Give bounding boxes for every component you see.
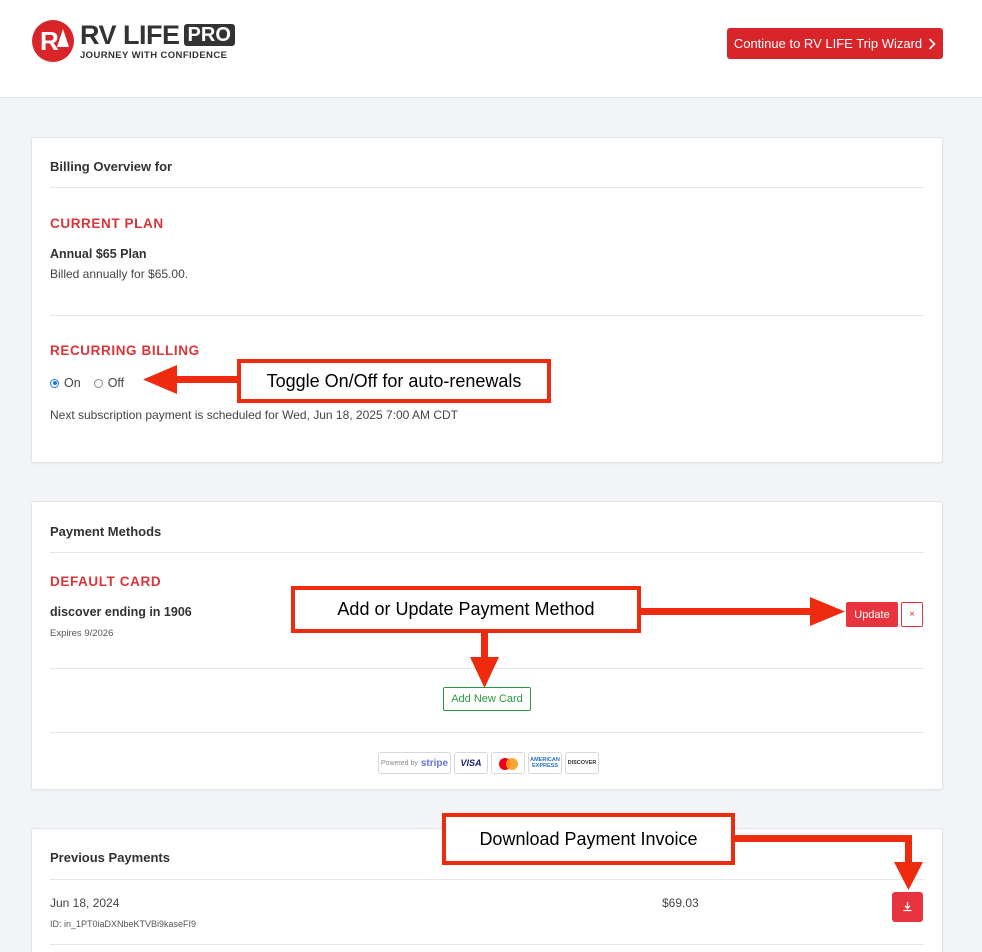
default-card-label: DEFAULT CARD [50, 574, 162, 589]
discover-badge: DISCOVER [565, 752, 599, 774]
billing-overview-card: Billing Overview for CURRENT PLAN Annual… [31, 137, 943, 463]
rv-logo-icon: R [32, 20, 74, 62]
card-description: discover ending in 1906 [50, 605, 192, 619]
stripe-text: stripe [420, 757, 449, 769]
radio-on[interactable] [50, 378, 59, 388]
download-icon [903, 901, 912, 911]
divider [50, 732, 924, 733]
payment-badges: Powered by stripe VISA AMERICAN EXPRESS D… [378, 752, 599, 774]
mastercard-icon [491, 752, 525, 774]
powered-by-stripe-badge: Powered by stripe [378, 752, 451, 774]
powered-by-text: Powered by [380, 759, 418, 767]
billing-overview-title: Billing Overview for [50, 159, 173, 174]
next-payment-text: Next subscription payment is scheduled f… [50, 408, 458, 422]
download-invoice-button[interactable] [892, 892, 923, 922]
wizard-button-label: Continue to RV LIFE Trip Wizard [733, 36, 923, 51]
previous-payments-title: Previous Payments [50, 850, 170, 865]
payment-method-annotation: Add or Update Payment Method [291, 586, 641, 633]
divider [50, 552, 924, 553]
radio-off-label[interactable]: Off [108, 376, 124, 390]
continue-trip-wizard-button[interactable]: Continue to RV LIFE Trip Wizard [727, 28, 943, 59]
recurring-billing-toggle: On Off [50, 376, 124, 390]
current-plan-label: CURRENT PLAN [50, 216, 164, 231]
add-new-card-button[interactable]: Add New Card [443, 687, 531, 711]
payment-methods-title: Payment Methods [50, 524, 162, 539]
divider [50, 944, 924, 945]
divider [50, 315, 924, 316]
invoice-annotation: Download Payment Invoice [442, 813, 735, 865]
radio-on-label[interactable]: On [64, 376, 81, 390]
recurring-billing-label: RECURRING BILLING [50, 343, 200, 358]
plan-description: Billed annually for $65.00. [50, 267, 189, 281]
amex-badge: AMERICAN EXPRESS [528, 752, 562, 774]
payment-amount: $69.03 [662, 896, 699, 910]
remove-card-button[interactable]: × [901, 602, 923, 627]
rv-life-pro-logo[interactable]: R RV LIFE PRO JOURNEY WITH CONFIDENCE [32, 20, 235, 62]
top-header: R RV LIFE PRO JOURNEY WITH CONFIDENCE Co… [0, 0, 982, 98]
update-card-button[interactable]: Update [846, 602, 898, 627]
payment-id: ID: in_1PT0iaDXNbeKTVBi9kaseFI9 [50, 919, 197, 929]
toggle-annotation: Toggle On/Off for auto-renewals [237, 359, 551, 403]
divider [50, 879, 924, 880]
logo-rv-text: RV LIFE [80, 20, 180, 50]
payment-date: Jun 18, 2024 [50, 896, 120, 910]
card-expiry: Expires 9/2026 [50, 628, 114, 639]
logo-pro-badge: PRO [183, 24, 235, 46]
logo-tagline: JOURNEY WITH CONFIDENCE [80, 50, 228, 61]
chevron-right-icon [929, 37, 936, 50]
divider [50, 187, 924, 188]
plan-name: Annual $65 Plan [50, 247, 147, 261]
divider [50, 668, 924, 669]
payment-methods-card: Payment Methods DEFAULT CARD discover en… [31, 501, 943, 790]
visa-badge: VISA [454, 752, 488, 774]
radio-off[interactable] [93, 378, 103, 388]
